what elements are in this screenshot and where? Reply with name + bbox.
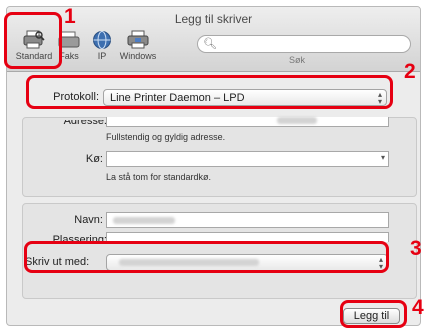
callout-number-4: 4 xyxy=(412,296,424,319)
callout-box-1 xyxy=(4,12,62,69)
search-label: Søk xyxy=(289,55,306,65)
toolbar-ip-button[interactable]: IP xyxy=(90,29,114,61)
queue-field[interactable]: ▾ xyxy=(106,151,389,167)
toolbar-windows-button[interactable]: Windows xyxy=(118,29,158,61)
address-field[interactable] xyxy=(106,117,389,127)
callout-number-2: 2 xyxy=(404,60,416,83)
name-field[interactable] xyxy=(106,212,389,228)
name-label: Navn: xyxy=(74,214,103,226)
search-input[interactable]: 🔍︎ xyxy=(197,35,411,53)
magnifier-icon: 🔍︎ xyxy=(203,38,217,50)
toolbar-ip-label: IP xyxy=(97,51,107,61)
queue-label: Kø: xyxy=(85,153,103,165)
toolbar-windows-label: Windows xyxy=(119,51,157,61)
queue-help-text: La stå tom for standardkø. xyxy=(106,172,212,182)
windows-printer-icon xyxy=(126,29,150,51)
globe-icon xyxy=(90,29,114,51)
callout-number-1: 1 xyxy=(64,5,76,28)
chevron-down-icon: ▾ xyxy=(380,153,385,162)
add-printer-window: Legg til skriver Standard Faks IP Window… xyxy=(6,6,421,326)
callout-box-3 xyxy=(24,241,389,273)
callout-box-4 xyxy=(340,300,407,328)
callout-number-3: 3 xyxy=(410,237,422,260)
address-help-text: Fullstendig og gyldig adresse. xyxy=(106,132,226,142)
callout-box-2 xyxy=(26,75,393,109)
